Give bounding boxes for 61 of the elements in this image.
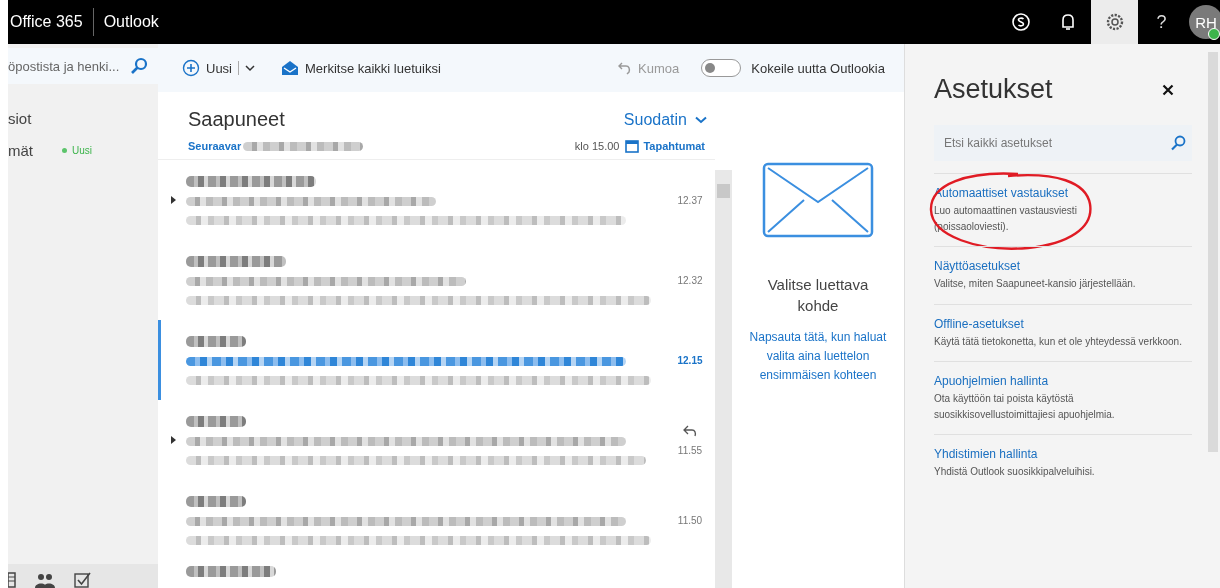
new-badge: Uusi <box>62 144 92 156</box>
tasks-icon[interactable] <box>74 572 92 588</box>
message-row[interactable]: 11.50 <box>158 480 715 560</box>
calendar-icon[interactable] <box>8 572 16 588</box>
scrollbar[interactable] <box>715 170 732 588</box>
message-time: 12.32 <box>677 274 703 286</box>
folder-item[interactable]: mät <box>8 141 48 159</box>
close-icon[interactable] <box>1162 83 1174 96</box>
settings-link[interactable]: Apuohjelmien hallinta <box>934 374 1192 388</box>
message-time: 11.50 <box>677 514 703 526</box>
panel-title: Asetukset <box>934 74 1053 105</box>
folder-title: Saapuneet <box>188 108 285 131</box>
blurred-text <box>186 415 246 427</box>
events-button[interactable]: Tapahtumat <box>625 139 705 153</box>
message-time: 12.15 <box>677 354 703 366</box>
folder-item[interactable]: siot <box>8 109 48 127</box>
undo-icon <box>618 61 633 75</box>
message-time: 12.37 <box>677 194 703 206</box>
search-field[interactable]: öpostista ja henki... <box>8 48 158 84</box>
chevron-icon <box>695 115 707 124</box>
message-time: 11.55 <box>677 444 703 456</box>
blurred-text <box>186 335 246 347</box>
open-envelope-icon <box>281 60 299 76</box>
setting-description: Yhdistä Outlook suosikkipalveluihisi. <box>934 465 1096 479</box>
toggle-label: Kokeile uutta Outlookia <box>751 60 885 76</box>
message-row[interactable]: 12.37 <box>158 160 715 240</box>
plus-icon <box>182 59 200 77</box>
setting-description: Käytä tätä tietokonetta, kun et ole yhteydessä verkkoon. <box>934 334 1183 349</box>
toggle-switch[interactable] <box>701 59 742 77</box>
empty-state-title: Valitse luettava kohde <box>766 275 870 316</box>
blurred-text <box>186 495 246 507</box>
setting-description: Valitse, miten Saapuneet-kansio järjestellään. <box>934 277 1137 291</box>
help-button[interactable]: ? <box>1156 11 1167 33</box>
message-row[interactable]: 11.55 <box>158 400 715 480</box>
select-first-link[interactable]: Napsauta tätä, kun haluat valita aina luettelon ensimmäisen kohteen <box>735 328 901 386</box>
new-button[interactable]: Uusi <box>182 59 255 77</box>
message-row[interactable]: 12.15 <box>158 320 715 400</box>
settings-link[interactable]: Offline-asetukset <box>934 316 1192 331</box>
suite-name[interactable]: Office 365 <box>8 13 93 31</box>
settings-icon[interactable] <box>1104 12 1125 32</box>
avatar[interactable]: RH <box>1189 5 1220 39</box>
settings-link[interactable]: Yhdistimien hallinta <box>934 447 1192 461</box>
mark-all-read-button[interactable]: Merkitse kaikki luetuiksi <box>281 60 441 76</box>
search-icon <box>1170 135 1186 151</box>
app-name[interactable]: Outlook <box>93 13 169 31</box>
search-icon <box>130 57 148 75</box>
next-event-label: Seuraavar <box>188 140 242 152</box>
caret-icon <box>245 64 255 72</box>
search-field[interactable]: Etsi kaikki asetukset <box>934 125 1192 161</box>
expand-icon[interactable] <box>171 436 176 444</box>
event-time: klo 15.00 <box>574 140 620 152</box>
calendar-icon <box>625 139 640 153</box>
expand-icon[interactable] <box>171 196 176 204</box>
skype-icon[interactable] <box>1010 12 1031 32</box>
settings-link[interactable]: Näyttöasetukset <box>934 259 1192 273</box>
envelope-icon <box>762 162 874 238</box>
people-icon[interactable] <box>34 572 56 588</box>
setting-description: Ota käyttöön tai poista käytöstä suosikkisovellustoimittajiesi apuohjelmia. <box>934 392 1116 422</box>
filter-button[interactable]: Suodatin <box>623 110 707 129</box>
scrollbar[interactable] <box>1208 52 1218 452</box>
message-row[interactable]: 12.32 <box>158 240 715 320</box>
